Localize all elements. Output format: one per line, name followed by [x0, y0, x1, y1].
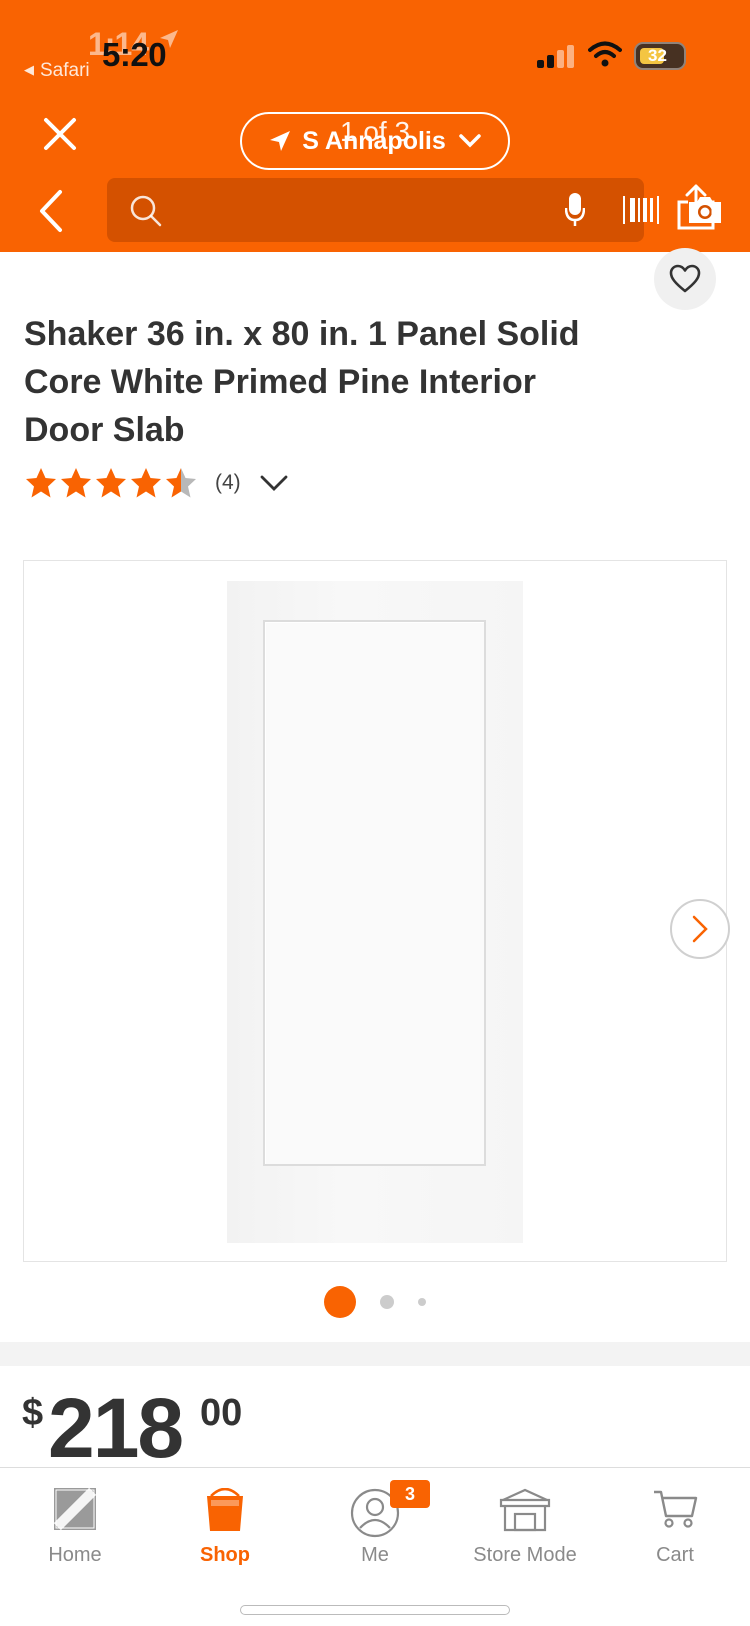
- review-count: (4): [215, 471, 241, 494]
- status-time: 5:20: [102, 36, 167, 73]
- star-icon: [26, 468, 56, 498]
- app-header: 1:14 5:20 ◀ Safari 32 S Annapolis 1 of 3: [0, 0, 750, 252]
- section-divider: [0, 1342, 750, 1366]
- back-to-app-link[interactable]: ◀ Safari: [24, 60, 90, 82]
- back-chevron-icon[interactable]: [36, 188, 66, 234]
- chevron-down-icon[interactable]: [259, 473, 289, 493]
- star-icon: [131, 468, 161, 498]
- tab-home-label: Home: [48, 1544, 102, 1566]
- product-image-door: [227, 581, 523, 1243]
- bottom-tab-bar: Home Shop Me 3 Store Mode Cart: [0, 1467, 750, 1626]
- star-icon: [166, 468, 196, 498]
- pagination-dot-1[interactable]: [324, 1286, 356, 1318]
- star-rating: [24, 466, 199, 500]
- star-icon: [96, 468, 126, 498]
- search-input[interactable]: [177, 190, 457, 230]
- next-image-button[interactable]: [670, 899, 730, 959]
- cart-icon: [654, 1490, 698, 1528]
- star-icon: [61, 468, 91, 498]
- tab-me-label: Me: [361, 1544, 389, 1566]
- status-bar: 1:14 5:20 ◀ Safari 32: [0, 0, 750, 100]
- home-indicator: [240, 1605, 510, 1615]
- home-depot-logo-icon: [54, 1488, 96, 1530]
- search-bar[interactable]: [107, 178, 721, 242]
- chevron-down-icon: [459, 134, 481, 148]
- heart-icon: [669, 264, 701, 293]
- price-currency: $: [22, 1392, 44, 1434]
- tab-cart-label: Cart: [656, 1544, 694, 1566]
- shop-bucket-icon: [207, 1488, 243, 1531]
- notification-badge: 3: [390, 1480, 430, 1508]
- pagination-dot-2[interactable]: [380, 1295, 394, 1309]
- close-icon[interactable]: [40, 114, 80, 154]
- barcode-scanner-icon[interactable]: [622, 194, 660, 226]
- store-name: S Annapolis: [302, 126, 446, 155]
- tab-home[interactable]: Home: [0, 1468, 150, 1578]
- location-arrow-icon: [270, 131, 291, 151]
- search-icon: [130, 195, 162, 227]
- door-panel: [263, 620, 486, 1166]
- cellular-signal-icon: [537, 44, 577, 68]
- carousel-pagination: [0, 1286, 750, 1318]
- rating-summary[interactable]: (4): [24, 466, 289, 500]
- tab-store-mode[interactable]: Store Mode: [450, 1468, 600, 1578]
- microphone-icon[interactable]: [565, 192, 585, 228]
- tab-shop[interactable]: Shop: [150, 1468, 300, 1578]
- price-dollars: 218: [48, 1381, 184, 1475]
- battery-icon: 32: [634, 42, 686, 70]
- battery-level: 32: [648, 46, 667, 65]
- store-icon: [499, 1488, 551, 1532]
- share-icon[interactable]: [676, 184, 716, 230]
- product-title: Shaker 36 in. x 80 in. 1 Panel Solid Cor…: [24, 315, 580, 449]
- favorite-button[interactable]: [654, 248, 716, 310]
- product-image-carousel[interactable]: [23, 560, 730, 1262]
- wifi-icon: [588, 41, 622, 67]
- back-app-label: Safari: [40, 60, 90, 81]
- pagination-dot-3[interactable]: [418, 1298, 426, 1306]
- price-cents: 00: [200, 1392, 243, 1434]
- tab-store-mode-label: Store Mode: [473, 1544, 577, 1566]
- tab-cart[interactable]: Cart: [600, 1468, 750, 1578]
- store-selector-button[interactable]: S Annapolis: [240, 112, 510, 170]
- tab-shop-label: Shop: [200, 1544, 250, 1566]
- chevron-right-icon: [692, 915, 708, 943]
